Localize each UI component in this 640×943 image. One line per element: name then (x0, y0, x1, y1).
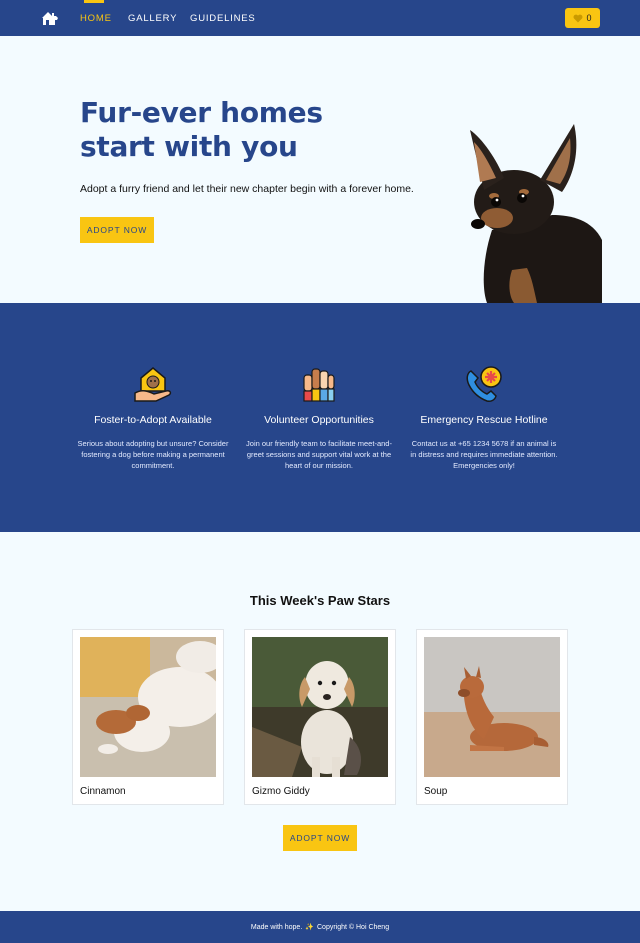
raised-hands-icon (303, 368, 335, 402)
feature-text: Join our friendly team to facilitate mee… (246, 439, 392, 470)
dog-photo-gizmo-giddy (252, 637, 388, 777)
nav-gallery[interactable]: GALLERY (128, 13, 177, 24)
dog-card-cinnamon[interactable]: Cinnamon (72, 629, 224, 805)
top-navbar: HOME GALLERY GUIDELINES 0 (0, 0, 640, 36)
hero-dog-image (470, 124, 602, 303)
hero-subtitle: Adopt a furry friend and let their new c… (80, 183, 414, 195)
favorites-count: 0 (586, 13, 592, 23)
hero-title-line1: Fur-ever homes (80, 96, 323, 129)
dog-name: Gizmo Giddy (252, 786, 310, 797)
dog-photo-soup (424, 637, 560, 777)
active-nav-indicator (84, 0, 104, 3)
feature-title: Foster-to-Adopt Available (94, 414, 212, 426)
dog-photo-cinnamon (80, 637, 216, 777)
sparkle-icon: ✨ (305, 924, 314, 931)
footer-made-with: Made with hope. (250, 923, 303, 931)
favorites-button[interactable]: 0 (565, 8, 600, 28)
dog-name: Cinnamon (80, 786, 126, 797)
nav-guidelines[interactable]: GUIDELINES (190, 13, 256, 24)
hand-house-dog-icon (134, 367, 172, 402)
feature-emergency: Emergency Rescue Hotline Contact us at +… (404, 363, 564, 471)
dog-card-soup[interactable]: Soup (416, 629, 568, 805)
feature-title: Volunteer Opportunities (264, 414, 374, 426)
home-dog-logo-icon[interactable] (41, 10, 59, 26)
dog-card-gizmo-giddy[interactable]: Gizmo Giddy (244, 629, 396, 805)
feature-title: Emergency Rescue Hotline (420, 414, 548, 426)
feature-text: Serious about adopting but unsure? Consi… (77, 439, 229, 470)
phone-emergency-icon (466, 366, 502, 402)
heart-icon (574, 14, 583, 22)
feature-volunteer: Volunteer Opportunities Join our friendl… (239, 363, 399, 471)
feature-text: Contact us at +65 1234 5678 if an animal… (410, 439, 558, 470)
footer-copyright: Copyright © Hoi Cheng (317, 923, 390, 931)
feature-foster: Foster-to-Adopt Available Serious about … (73, 363, 233, 471)
features-section: Foster-to-Adopt Available Serious about … (0, 303, 640, 532)
hero-adopt-now-button[interactable]: ADOPT NOW (80, 217, 154, 243)
dog-name: Soup (424, 786, 448, 797)
hero-section: Fur-ever homes start with you Adopt a fu… (0, 36, 640, 303)
paw-stars-title: This Week's Paw Stars (249, 593, 391, 608)
nav-home[interactable]: HOME (80, 13, 112, 24)
hero-title: Fur-ever homes start with you (80, 96, 440, 164)
footer: Made with hope. ✨ Copyright © Hoi Cheng (0, 911, 640, 943)
hero-title-line2: start with you (80, 130, 298, 163)
stars-adopt-now-button[interactable]: ADOPT NOW (283, 825, 357, 851)
